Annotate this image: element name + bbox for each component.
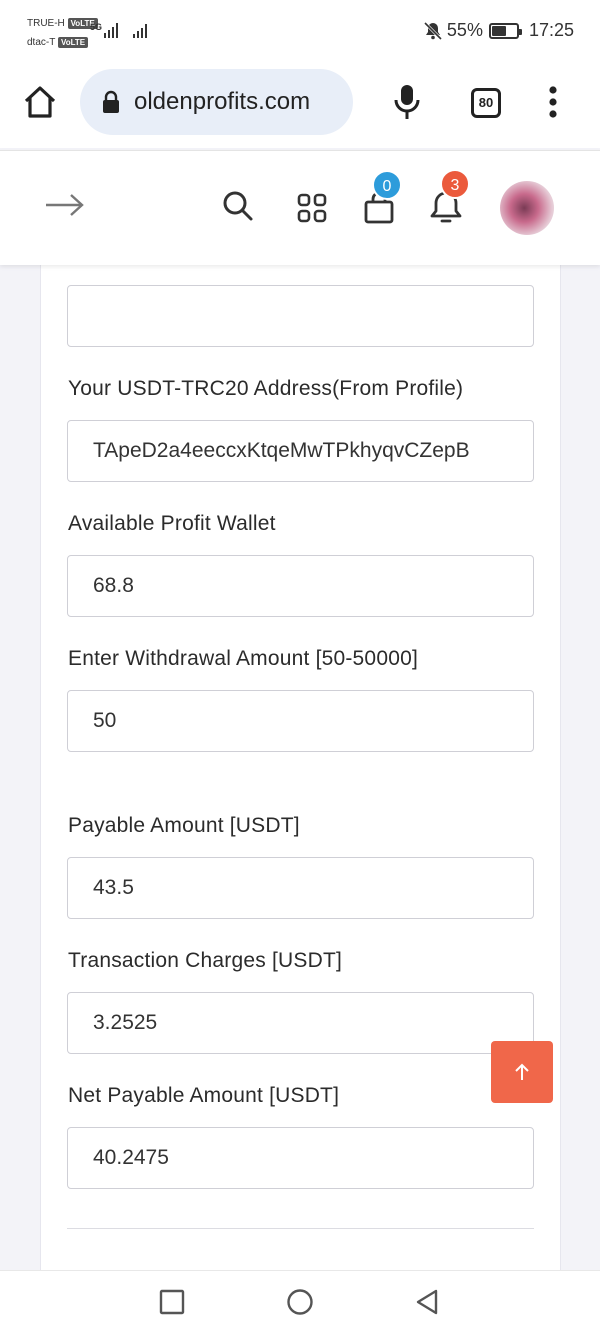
wallet-label: Available Profit Wallet bbox=[68, 512, 276, 535]
arrow-up-icon bbox=[515, 1063, 529, 1080]
carrier-info: TRUE-H VoLTE dtac-T VoLTE bbox=[27, 14, 98, 52]
search-icon[interactable] bbox=[221, 189, 255, 223]
site-header: 0 3 bbox=[0, 150, 600, 265]
browser-toolbar: oldenprofits.com 80 bbox=[0, 62, 600, 148]
url-text: oldenprofits.com bbox=[134, 88, 311, 115]
status-bar: TRUE-H VoLTE dtac-T VoLTE 5G 55% 17:25 bbox=[0, 0, 600, 62]
scroll-to-top-button[interactable] bbox=[491, 1041, 553, 1103]
address-bar[interactable]: oldenprofits.com bbox=[80, 69, 353, 135]
charges-input[interactable]: 3.2525 bbox=[67, 992, 534, 1054]
clock: 17:25 bbox=[528, 20, 574, 40]
address-input[interactable]: TApeD2a4eeccxKtqeMwTPkhyqvCZepB bbox=[67, 420, 534, 482]
home-nav-icon[interactable] bbox=[286, 1288, 314, 1316]
lock-icon bbox=[103, 90, 119, 113]
amount-input[interactable]: 50 bbox=[67, 690, 534, 752]
carrier-2: dtac-T bbox=[27, 37, 56, 48]
payable-label: Payable Amount [USDT] bbox=[68, 814, 300, 837]
amount-label: Enter Withdrawal Amount [50-50000] bbox=[68, 647, 418, 670]
net-input[interactable]: 40.2475 bbox=[67, 1127, 534, 1189]
first-input[interactable] bbox=[67, 285, 534, 347]
microphone-icon[interactable] bbox=[392, 83, 422, 121]
avatar[interactable] bbox=[500, 181, 554, 235]
battery-percent: 55% bbox=[446, 20, 483, 40]
payable-input[interactable]: 43.5 bbox=[67, 857, 534, 919]
charges-label: Transaction Charges [USDT] bbox=[68, 949, 343, 972]
recent-apps-icon[interactable] bbox=[159, 1289, 185, 1315]
net-label: Net Payable Amount [USDT] bbox=[68, 1084, 340, 1107]
back-icon[interactable] bbox=[414, 1288, 440, 1316]
system-nav-bar bbox=[0, 1270, 600, 1333]
more-menu-icon[interactable] bbox=[546, 85, 560, 121]
battery-icon bbox=[488, 22, 522, 39]
address-label: Your USDT-TRC20 Address(From Profile) bbox=[68, 377, 464, 400]
svg-text:5G: 5G bbox=[90, 22, 102, 32]
wallet-input[interactable]: 68.8 bbox=[67, 555, 534, 617]
tab-count-button[interactable]: 80 bbox=[471, 88, 501, 118]
arrow-right-icon[interactable] bbox=[44, 191, 86, 219]
home-icon[interactable] bbox=[22, 84, 58, 120]
withdrawal-form: Your USDT-TRC20 Address(From Profile) TA… bbox=[40, 265, 561, 1270]
volte-badge-2: VoLTE bbox=[57, 36, 89, 48]
carrier-1: TRUE-H bbox=[27, 18, 65, 29]
signal-icon: 5G bbox=[90, 20, 154, 46]
apps-grid-icon[interactable] bbox=[296, 192, 328, 224]
mute-bell-icon bbox=[423, 21, 442, 40]
cart-count-badge: 0 bbox=[372, 170, 402, 200]
divider bbox=[67, 1228, 534, 1229]
notification-count-badge: 3 bbox=[440, 169, 470, 199]
